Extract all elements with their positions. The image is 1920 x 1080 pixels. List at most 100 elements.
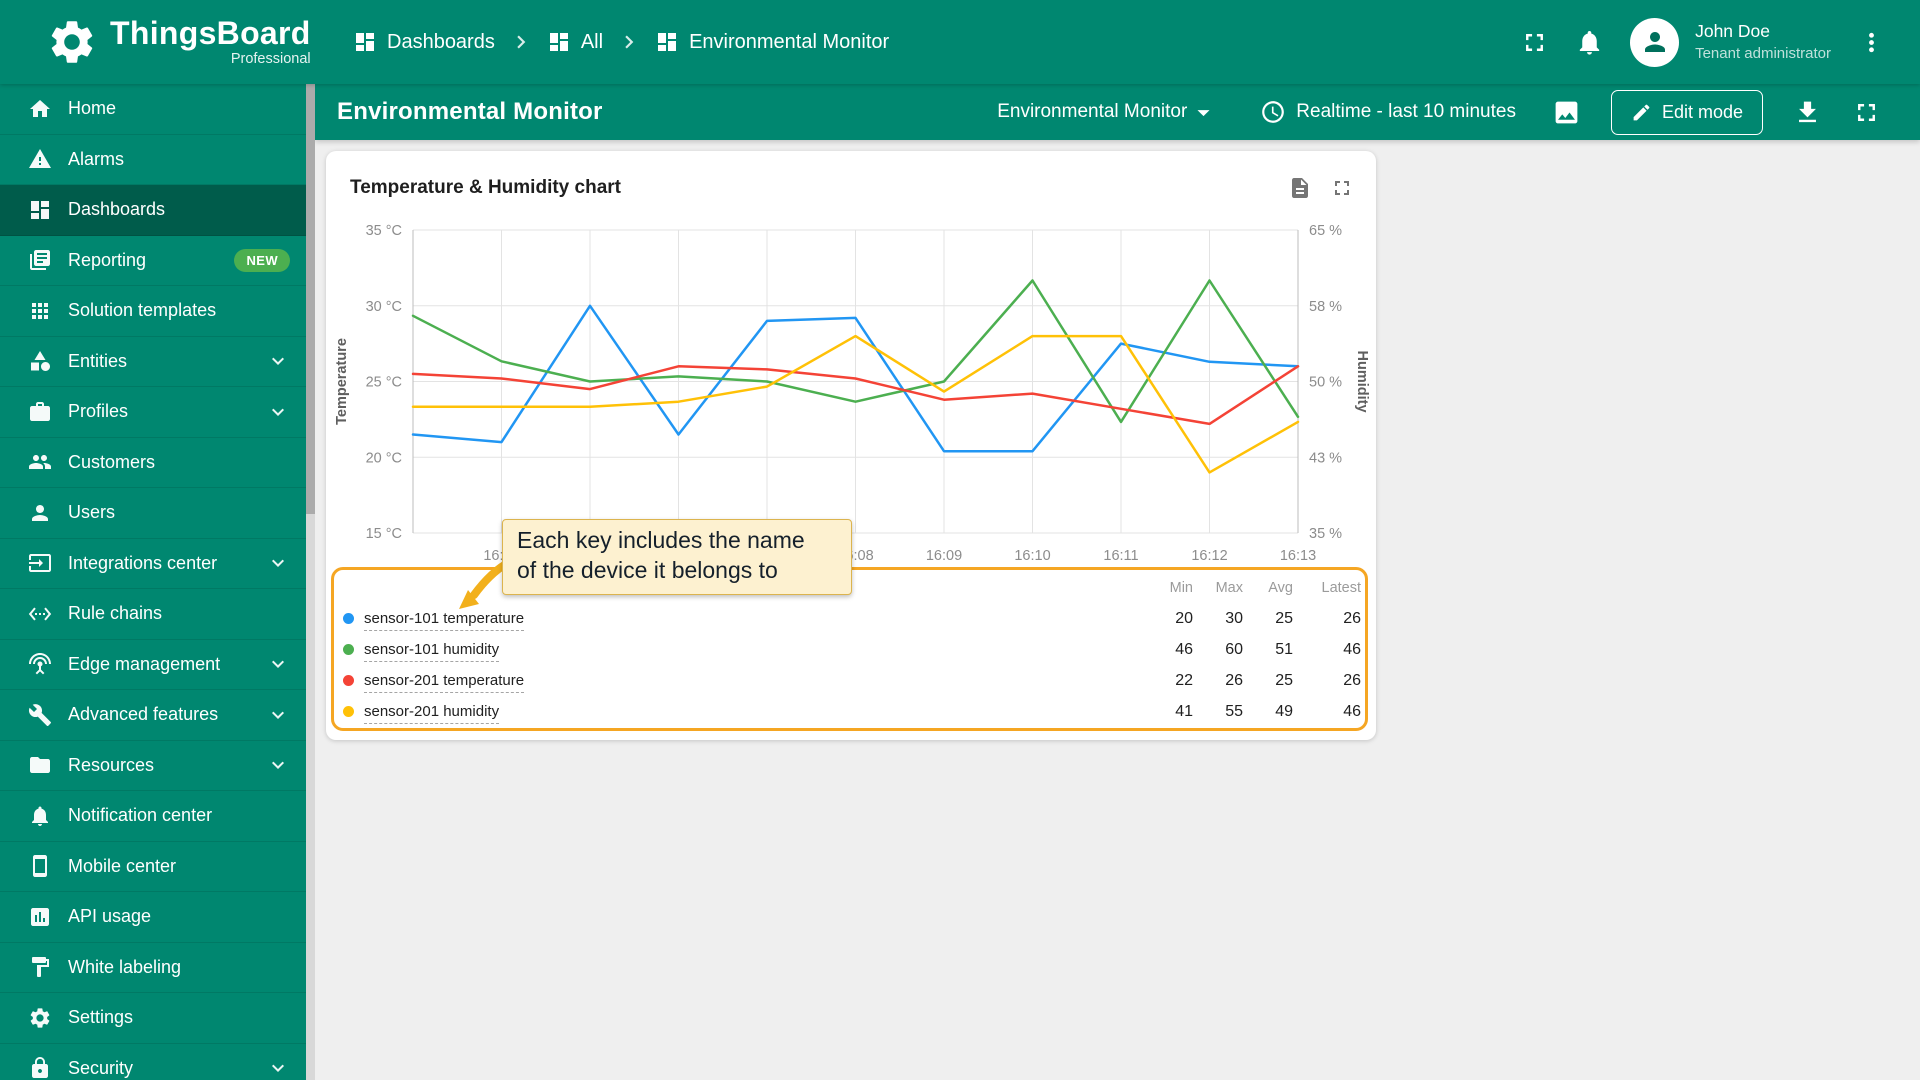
dashboard-icon xyxy=(353,30,377,54)
folder-icon xyxy=(28,753,52,777)
download-button[interactable] xyxy=(1793,98,1822,127)
dashboard-icon xyxy=(655,30,679,54)
legend-max-value: 60 xyxy=(1225,640,1243,658)
sidebar-item-solution-templates[interactable]: Solution templates xyxy=(0,286,306,337)
sidebar-item-label: Mobile center xyxy=(68,855,177,876)
pencil-icon xyxy=(1631,102,1652,123)
sidebar-item-security[interactable]: Security xyxy=(0,1044,306,1080)
series-label[interactable]: sensor-201 temperature xyxy=(364,671,525,693)
sidebar-item-users[interactable]: Users xyxy=(0,488,306,539)
legend-latest-value: 26 xyxy=(1343,671,1361,689)
app-logo[interactable]: ThingsBoard Professional xyxy=(46,0,311,84)
legend-row: sensor-101 temperature 20 30 25 26 xyxy=(341,603,1361,634)
sidebar-item-alarms[interactable]: Alarms xyxy=(0,135,306,185)
sidebar-item-label: Edge management xyxy=(68,653,221,674)
sidebar-item-profiles[interactable]: Profiles xyxy=(0,387,306,438)
legend-col-latest: Latest xyxy=(1321,580,1362,596)
svg-text:30 °C: 30 °C xyxy=(366,299,402,315)
gear-icon xyxy=(28,1006,52,1030)
sidebar-item-label: Security xyxy=(68,1057,134,1078)
sidebar-item-integrations-center[interactable]: Integrations center xyxy=(0,539,306,589)
image-icon xyxy=(1552,98,1581,127)
legend-max-value: 55 xyxy=(1225,702,1243,720)
breadcrumb-item-all[interactable]: All xyxy=(547,30,603,54)
notifications-button[interactable] xyxy=(1575,28,1604,57)
sidebar-item-label: Customers xyxy=(68,451,156,472)
avatar[interactable] xyxy=(1630,17,1680,67)
sidebar-item-api-usage[interactable]: API usage xyxy=(0,892,306,943)
user-info: John Doe Tenant administrator xyxy=(1695,20,1831,64)
chevron-down-icon xyxy=(266,400,290,424)
svg-text:16:12: 16:12 xyxy=(1191,548,1227,564)
app-name: ThingsBoard xyxy=(110,15,311,52)
bell-icon xyxy=(1575,28,1604,57)
user-role: Tenant administrator xyxy=(1695,44,1831,62)
svg-text:Temperature: Temperature xyxy=(334,338,350,425)
dashboard-image-button[interactable] xyxy=(1552,98,1581,127)
person-icon xyxy=(1640,27,1670,57)
user-menu-button[interactable] xyxy=(1857,28,1886,57)
sidebar-item-dashboards[interactable]: Dashboards xyxy=(0,185,306,236)
svg-text:16:13: 16:13 xyxy=(1280,548,1316,564)
annotation-callout-text: Each key includes the name of the device… xyxy=(517,527,805,584)
edit-mode-button[interactable]: Edit mode xyxy=(1610,89,1763,135)
legend-col-max: Max xyxy=(1215,580,1243,596)
sidebar-item-label: Settings xyxy=(68,1007,134,1028)
sidebar-item-home[interactable]: Home xyxy=(0,84,306,135)
sidebar-item-reporting[interactable]: Reporting NEW xyxy=(0,236,306,286)
series-color-dot xyxy=(343,674,354,686)
edit-mode-label: Edit mode xyxy=(1661,101,1743,122)
timewindow-button[interactable]: Realtime - last 10 minutes xyxy=(1254,98,1522,126)
annotation-callout: Each key includes the name of the device… xyxy=(502,519,852,595)
svg-text:20 °C: 20 °C xyxy=(366,450,402,466)
sidebar-item-entities[interactable]: Entities xyxy=(0,337,306,387)
sidebar-item-rule-chains[interactable]: Rule chains xyxy=(0,589,306,640)
series-label[interactable]: sensor-101 temperature xyxy=(364,609,525,631)
lock-icon xyxy=(28,1056,52,1080)
caret-down-icon xyxy=(1189,98,1218,127)
scrollbar-thumb[interactable] xyxy=(306,84,315,514)
sidebar-item-edge-management[interactable]: Edge management xyxy=(0,640,306,690)
sidebar-item-white-labeling[interactable]: White labeling xyxy=(0,943,306,993)
series-label[interactable]: sensor-101 humidity xyxy=(364,640,500,662)
sidebar-nav: Home Alarms Dashboards Reporting NEW Solution… xyxy=(0,84,306,1080)
chevron-right-icon xyxy=(508,29,534,55)
sidebar-item-notification-center[interactable]: Notification center xyxy=(0,791,306,842)
dashboard-select-value: Environmental Monitor xyxy=(997,101,1188,122)
breadcrumb-item-dashboards[interactable]: Dashboards xyxy=(353,30,495,54)
timeseries-chart[interactable]: 35 °C 65 % 30 °C 58 % 25 °C 50 % 20 °C 43 % 15 °… xyxy=(326,185,1376,567)
sidebar-item-label: Reporting xyxy=(68,249,147,270)
chart-legend: Min Max Avg Latest sensor-101 temperatur… xyxy=(341,580,1361,727)
sidebar-item-settings[interactable]: Settings xyxy=(0,993,306,1044)
header-actions: John Doe Tenant administrator xyxy=(1520,0,1886,84)
legend-col-min: Min xyxy=(1169,580,1193,596)
sidebar-item-mobile-center[interactable]: Mobile center xyxy=(0,842,306,892)
fullscreen-button[interactable] xyxy=(1520,28,1549,57)
people-icon xyxy=(28,450,52,474)
sidebar-item-advanced-features[interactable]: Advanced features xyxy=(0,690,306,741)
breadcrumb-label: Dashboards xyxy=(387,30,495,53)
dashboard-toolbar: Environmental Monitor Environmental Moni… xyxy=(315,84,1920,140)
sidebar-item-customers[interactable]: Customers xyxy=(0,438,306,488)
dashboard-select[interactable]: Environmental Monitor xyxy=(991,97,1224,128)
sidebar-item-label: White labeling xyxy=(68,956,182,977)
legend-min-value: 22 xyxy=(1175,671,1193,689)
toolbar-fullscreen-button[interactable] xyxy=(1852,98,1881,127)
legend-avg-value: 25 xyxy=(1275,609,1293,627)
bar-chart-icon xyxy=(28,905,52,929)
apps-grid-icon xyxy=(28,299,52,323)
sidebar-item-resources[interactable]: Resources xyxy=(0,741,306,791)
breadcrumb-item-environmental-monitor[interactable]: Environmental Monitor xyxy=(655,30,889,54)
more-vert-icon xyxy=(1857,28,1886,57)
series-label[interactable]: sensor-201 humidity xyxy=(364,702,500,724)
briefcase-icon xyxy=(28,400,52,424)
bell-icon xyxy=(28,804,52,828)
series-color-dot xyxy=(343,643,354,655)
sidebar-item-label: Resources xyxy=(68,754,155,775)
legend-row: sensor-101 humidity 46 60 51 46 xyxy=(341,634,1361,665)
legend-max-value: 30 xyxy=(1225,609,1243,627)
entities-icon xyxy=(28,349,52,373)
svg-text:35 °C: 35 °C xyxy=(366,223,402,239)
sidebar-scrollbar[interactable] xyxy=(306,84,315,1080)
legend-latest-value: 46 xyxy=(1343,640,1361,658)
